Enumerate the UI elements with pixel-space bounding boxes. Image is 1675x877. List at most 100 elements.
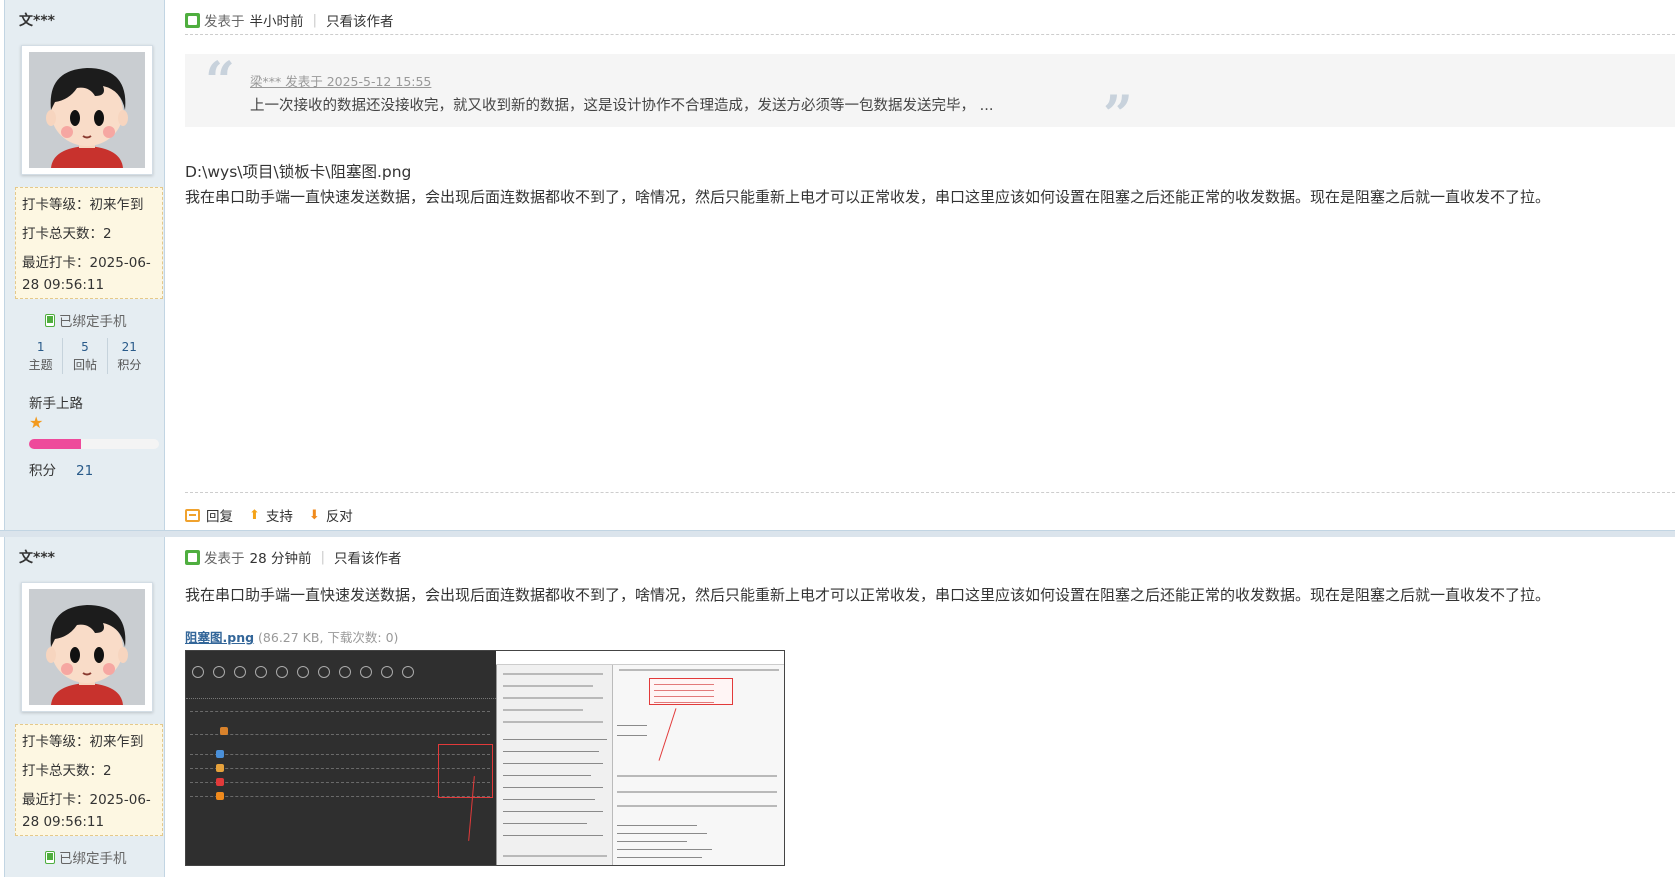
quote-author[interactable]: 梁*** 发表于 2025-5-12 15:55 (250, 71, 431, 90)
post-meta: 发表于 半小时前 | 只看该作者 (185, 10, 394, 30)
divider: | (312, 12, 318, 28)
ui-line (617, 725, 647, 726)
signal-row (190, 734, 490, 735)
ui-line (617, 833, 707, 834)
ui-line (503, 775, 591, 776)
avatar-cartoon-icon (29, 589, 145, 705)
phone-icon (45, 313, 55, 327)
only-author-link[interactable]: 只看该作者 (326, 10, 394, 30)
post-meta: 发表于 28 分钟前 | 只看该作者 (185, 547, 402, 567)
author-name[interactable]: 文*** (19, 10, 55, 30)
post-1: 文*** 打卡等级：初来乍到 打卡总天数：2 最近打卡：2025-06-28 0… (0, 0, 1675, 530)
ui-line (503, 811, 603, 812)
avatar-cartoon-icon (29, 52, 145, 168)
ui-line (617, 791, 777, 793)
support-button[interactable]: ⬆ 支持 (249, 505, 293, 526)
only-author-link[interactable]: 只看该作者 (334, 547, 402, 567)
phone-label: 已绑定手机 (59, 851, 127, 867)
post-path-text: D:\wys\项目\锁板卡\阻塞图.png (185, 163, 412, 181)
ui-line (503, 763, 603, 764)
post-main: 发表于 28 分钟前 | 只看该作者 我在串口助手端一直快速发送数据，会出现后面… (185, 537, 1675, 877)
timeline-ruler (186, 687, 496, 699)
reply-button[interactable]: 回复 (185, 505, 233, 525)
stat-replies[interactable]: 5 回帖 (63, 338, 108, 374)
checkin-box: 打卡等级：初来乍到 打卡总天数：2 最近打卡：2025-06-28 09:56:… (15, 187, 163, 299)
ui-line (617, 849, 712, 850)
divider-line (185, 492, 1675, 493)
quote-open-icon: “ (205, 51, 235, 112)
channel-chip (216, 778, 224, 786)
post-actions: 回复 ⬆ 支持 ⬇ 反对 (185, 505, 369, 525)
ui-line (617, 775, 777, 777)
points-row: 积分 21 (29, 459, 93, 479)
ui-line (617, 857, 702, 858)
post-2: 文*** 打卡等级：初来乍到 打卡总天数：2 最近打卡：2025-06-28 0… (0, 537, 1675, 877)
stat-num: 5 (81, 340, 89, 354)
user-rank: 新手上路 (29, 396, 83, 412)
checkin-box: 打卡等级：初来乍到 打卡总天数：2 最近打卡：2025-06-28 09:56:… (15, 724, 163, 836)
checkin-level: 打卡等级：初来乍到 (22, 197, 144, 213)
stat-points[interactable]: 21 积分 (108, 338, 151, 374)
ui-line (654, 702, 714, 703)
ui-line (617, 735, 647, 736)
post-time: 半小时前 (249, 14, 304, 30)
avatar-frame (21, 582, 153, 712)
toolbar-dot (360, 666, 372, 678)
points-value: 21 (76, 463, 94, 479)
author-sidebar: 文*** 打卡等级：初来乍到 打卡总天数：2 最近打卡：2025-06-28 0… (4, 537, 165, 877)
author-sidebar: 文*** 打卡等级：初来乍到 打卡总天数：2 最近打卡：2025-06-28 0… (4, 0, 165, 530)
ui-line (617, 805, 777, 807)
ui-line (503, 721, 603, 723)
rank-progress-fill (29, 439, 81, 449)
attachment-info: (86.27 KB, 下载次数: 0) (258, 630, 399, 645)
toolbar-dot (255, 666, 267, 678)
attachment-image[interactable] (185, 650, 785, 866)
ui-line (503, 739, 607, 740)
posted-prefix: 发表于 (204, 551, 245, 567)
ui-line (503, 673, 603, 675)
avatar-frame (21, 45, 153, 175)
ui-line (654, 696, 714, 697)
toolbar-dot (402, 666, 414, 678)
rank-progress-bar (29, 439, 159, 449)
ui-line (503, 787, 603, 788)
star-icon: ★ (29, 413, 44, 432)
ui-line (617, 825, 697, 826)
author-name[interactable]: 文*** (19, 547, 55, 567)
channel-chip (216, 750, 224, 758)
thumb-down-arrow-icon: ⬇ (308, 507, 320, 523)
quote-close-icon: ” (1103, 85, 1133, 146)
thumb-up-arrow-icon: ⬆ (249, 507, 260, 523)
annotation-arrow (658, 708, 677, 761)
screenshot-logic-analyzer (186, 651, 496, 865)
highlight-box (438, 744, 493, 798)
stat-threads[interactable]: 1 主题 (19, 338, 64, 374)
channel-chip (216, 764, 224, 772)
ui-line (503, 685, 593, 687)
avatar[interactable] (29, 52, 145, 168)
points-label: 积分 (29, 463, 56, 479)
ui-line (654, 690, 714, 691)
toolbar-dot (381, 666, 393, 678)
ui-line (503, 799, 595, 800)
post-main: 发表于 半小时前 | 只看该作者 “ 梁*** 发表于 2025-5-12 15… (185, 0, 1675, 530)
phone-bound: 已绑定手机 (45, 847, 127, 867)
ui-line (503, 697, 603, 699)
toolbar-dot (192, 666, 204, 678)
ui-line (503, 855, 607, 857)
phone-bound: 已绑定手机 (45, 310, 127, 330)
ui-line (503, 823, 587, 824)
reply-icon (185, 508, 200, 522)
quote-block: “ 梁*** 发表于 2025-5-12 15:55 上一次接收的数据还没接收完… (185, 51, 1675, 142)
channel-chip (216, 792, 224, 800)
reply-label: 回复 (206, 509, 233, 525)
avatar[interactable] (29, 589, 145, 705)
oppose-button[interactable]: ⬇ 反对 (308, 505, 353, 526)
signal-row (190, 711, 490, 712)
checkin-recent: 最近打卡：2025-06-28 09:56:11 (22, 792, 151, 830)
attachment-link[interactable]: 阻塞图.png (185, 630, 254, 645)
stat-label: 主题 (28, 358, 53, 372)
screenshot-titlebar (496, 651, 784, 665)
post-separator (0, 530, 1675, 537)
user-stats: 1 主题 5 回帖 21 积分 (19, 338, 151, 374)
